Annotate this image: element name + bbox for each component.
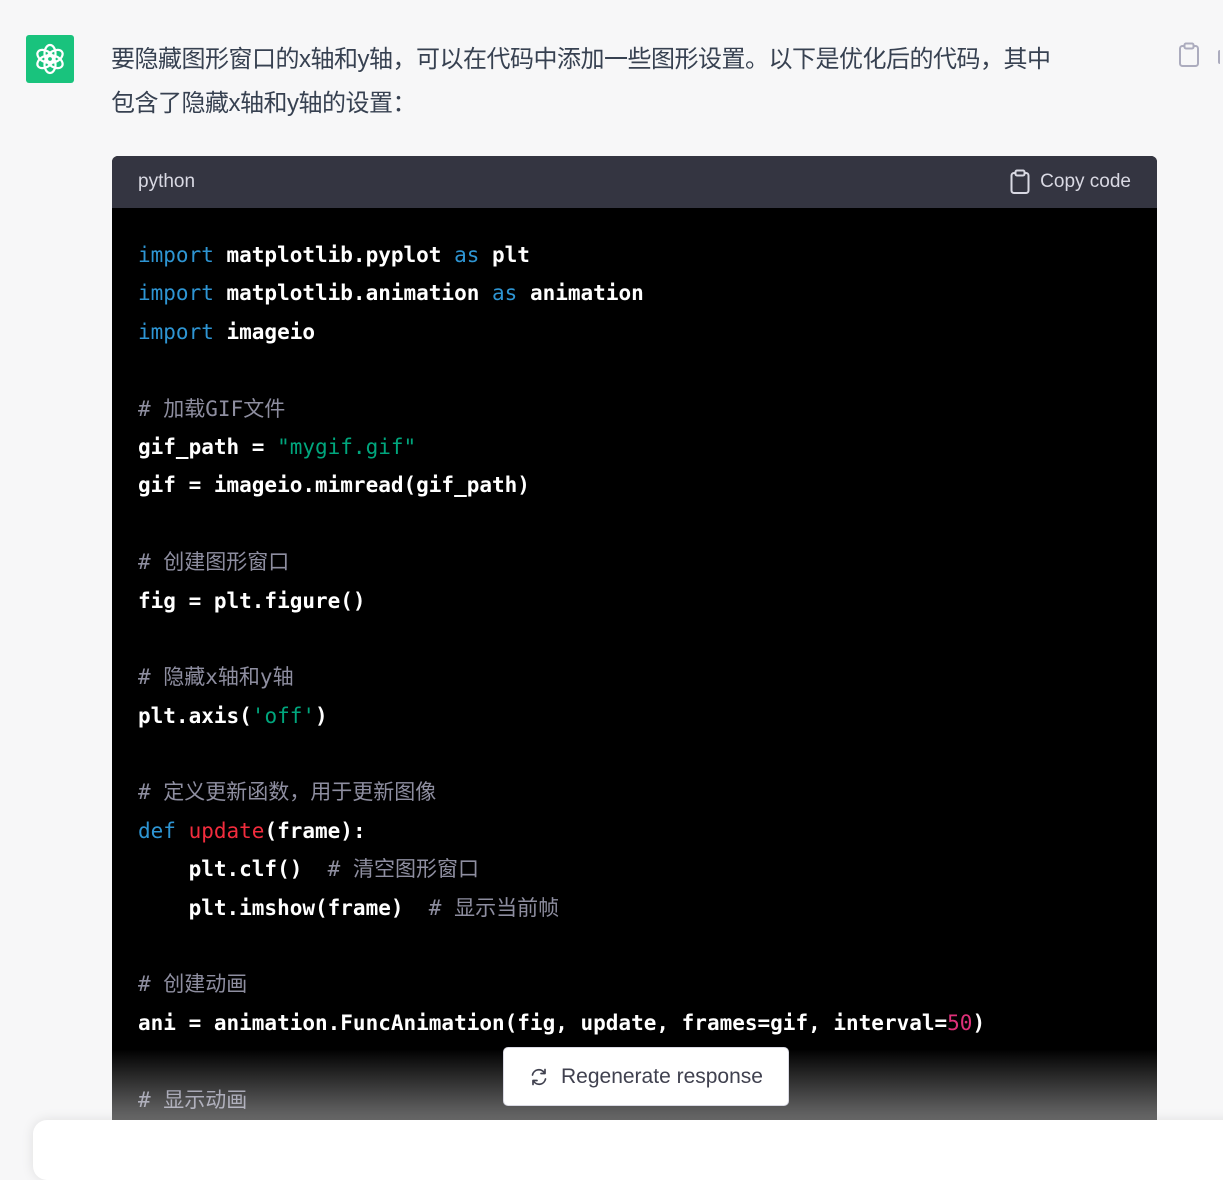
clipboard-icon xyxy=(1179,42,1199,67)
code-line: gif = imageio.mimread(gif_path) xyxy=(138,473,530,498)
code-language-label: python xyxy=(138,171,196,192)
code-line: def update(frame): xyxy=(138,818,366,843)
assistant-message: 要隐藏图形窗口的x轴和y轴，可以在代码中添加一些图形设置。以下是优化后的代码，其… xyxy=(111,38,1151,126)
copy-code-label: Copy code xyxy=(1040,171,1131,192)
code-line: plt.axis('off') xyxy=(138,703,328,728)
code-line: # 定义更新函数，用于更新图像 xyxy=(138,780,437,805)
regenerate-label: Regenerate response xyxy=(561,1064,763,1088)
refresh-icon xyxy=(531,1068,547,1085)
code-line: # 隐藏x轴和y轴 xyxy=(138,665,294,690)
copy-message-button[interactable] xyxy=(1176,40,1202,70)
code-line: import matplotlib.pyplot as plt xyxy=(138,243,530,267)
message-line: 要隐藏图形窗口的x轴和y轴，可以在代码中添加一些图形设置。以下是优化后的代码，其… xyxy=(111,46,1051,73)
openai-logo-icon xyxy=(36,43,64,75)
code-line: # 加载GIF文件 xyxy=(138,396,286,421)
message-input-box[interactable] xyxy=(33,1120,1223,1180)
code-header: python Copy code xyxy=(112,156,1157,208)
message-line: 包含了隐藏x轴和y轴的设置： xyxy=(111,90,417,117)
clipboard-icon xyxy=(1010,169,1030,194)
copy-code-button[interactable]: Copy code xyxy=(1010,169,1131,195)
code-line: fig = plt.figure() xyxy=(138,588,366,613)
code-line: plt.clf() # 清空图形窗口 xyxy=(138,857,479,882)
code-line: # 创建图形窗口 xyxy=(138,550,290,575)
code-line: ani = animation.FuncAnimation(fig, updat… xyxy=(138,1010,986,1035)
code-line: plt.imshow(frame) # 显示当前帧 xyxy=(138,895,560,920)
code-line: # 创建动画 xyxy=(138,972,248,997)
code-content[interactable]: import matplotlib.pyplot as plt import m… xyxy=(112,208,1157,1119)
regenerate-response-button[interactable]: Regenerate response xyxy=(503,1047,789,1106)
thumb-icon-partial[interactable] xyxy=(1218,50,1223,64)
code-block: python Copy code import matplotlib.pyplo… xyxy=(112,156,1157,1139)
code-line: import matplotlib.animation as animation xyxy=(138,281,644,306)
code-line: gif_path = "mygif.gif" xyxy=(138,434,417,459)
code-line: import imageio xyxy=(138,319,316,344)
assistant-avatar xyxy=(26,35,74,83)
